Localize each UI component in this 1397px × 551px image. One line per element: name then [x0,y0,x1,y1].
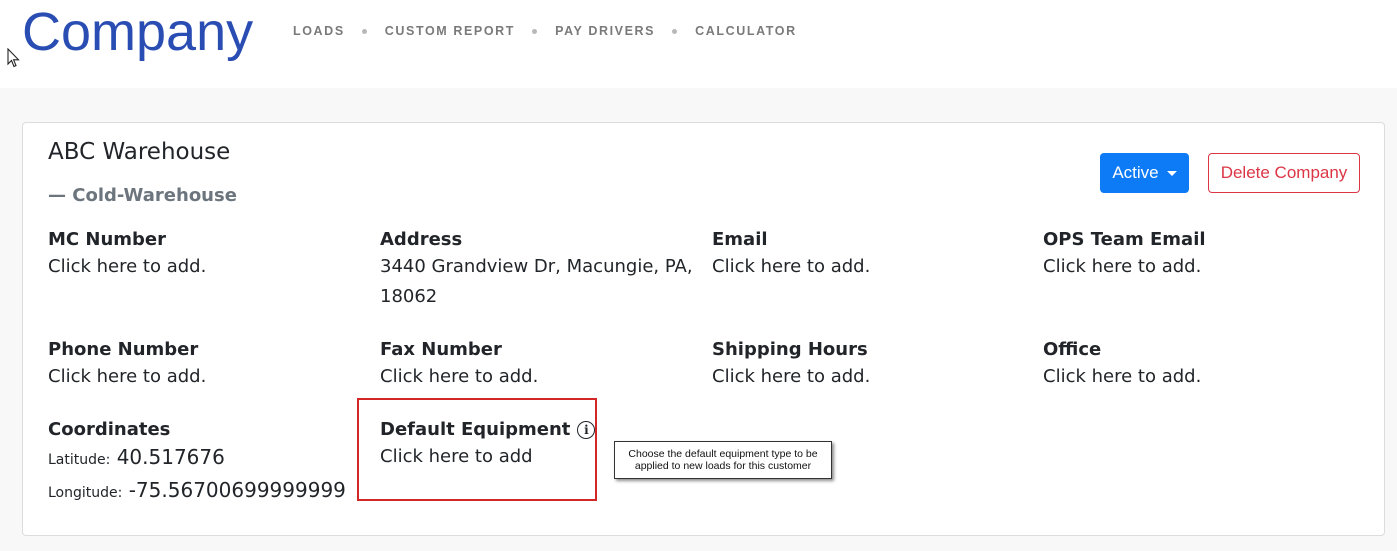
nav-separator [672,28,678,34]
company-subtitle: — Cold-Warehouse [48,185,237,206]
longitude-value: -75.56700699999999 [128,478,346,502]
latitude-label: Latitude: [48,452,111,468]
field-label: Default Equipment [380,419,571,440]
field-shipping-hours: Shipping Hours Click here to add. [712,338,870,392]
ops-email-value[interactable]: Click here to add. [1043,252,1206,282]
top-bar: Company LOADS CUSTOM REPORT PAY DRIVERS … [0,0,1397,88]
fax-value[interactable]: Click here to add. [380,362,538,392]
brand-title[interactable]: Company [22,2,253,62]
field-office: Office Click here to add. [1043,338,1201,392]
field-address: Address 3440 Grandview Dr, Macungie, PA,… [380,228,700,312]
shipping-hours-value[interactable]: Click here to add. [712,362,870,392]
field-phone-number: Phone Number Click here to add. [48,338,206,392]
nav-loads[interactable]: LOADS [293,24,345,38]
field-label: Fax Number [380,339,502,360]
field-default-equipment: Default Equipment i Click here to add [380,418,596,472]
field-label: OPS Team Email [1043,229,1206,250]
field-coordinates: Coordinates Latitude: 40.517676 Longitud… [48,418,346,508]
status-dropdown-button[interactable]: Active [1100,153,1189,193]
status-button-label: Active [1112,163,1159,182]
field-email: Email Click here to add. [712,228,870,282]
phone-value[interactable]: Click here to add. [48,362,206,392]
equipment-tooltip: Choose the default equipment type to be … [614,441,832,479]
field-label: Email [712,229,768,250]
email-value[interactable]: Click here to add. [712,252,870,282]
latitude-row[interactable]: Latitude: 40.517676 [48,442,346,475]
default-equipment-value[interactable]: Click here to add [380,442,595,472]
field-label: Phone Number [48,339,199,360]
field-mc-number: MC Number Click here to add. [48,228,206,282]
field-label: Shipping Hours [712,339,868,360]
longitude-label: Longitude: [48,485,123,501]
mc-number-value[interactable]: Click here to add. [48,252,206,282]
field-ops-team-email: OPS Team Email Click here to add. [1043,228,1206,282]
nav-custom-report[interactable]: CUSTOM REPORT [385,24,515,38]
caret-down-icon [1166,170,1177,176]
company-name: ABC Warehouse [48,139,231,165]
info-icon[interactable]: i [577,421,596,439]
nav-pay-drivers[interactable]: PAY DRIVERS [555,24,655,38]
field-label: Address [380,229,463,250]
latitude-value: 40.517676 [116,445,225,469]
address-value[interactable]: 3440 Grandview Dr, Macungie, PA, 18062 [380,252,700,312]
field-label: MC Number [48,229,166,250]
main-nav: LOADS CUSTOM REPORT PAY DRIVERS CALCULAT… [293,24,797,38]
field-label: Coordinates [48,419,171,440]
office-value[interactable]: Click here to add. [1043,362,1201,392]
nav-separator [532,28,538,34]
field-label-row: Default Equipment i [380,418,596,442]
delete-company-button[interactable]: Delete Company [1208,153,1360,193]
field-label: Office [1043,339,1102,360]
nav-separator [361,28,367,34]
field-fax-number: Fax Number Click here to add. [380,338,538,392]
cursor-icon [7,48,20,68]
company-card: ABC Warehouse — Cold-Warehouse Active De… [22,122,1385,536]
longitude-row[interactable]: Longitude: -75.56700699999999 [48,475,346,508]
nav-calculator[interactable]: CALCULATOR [695,24,797,38]
